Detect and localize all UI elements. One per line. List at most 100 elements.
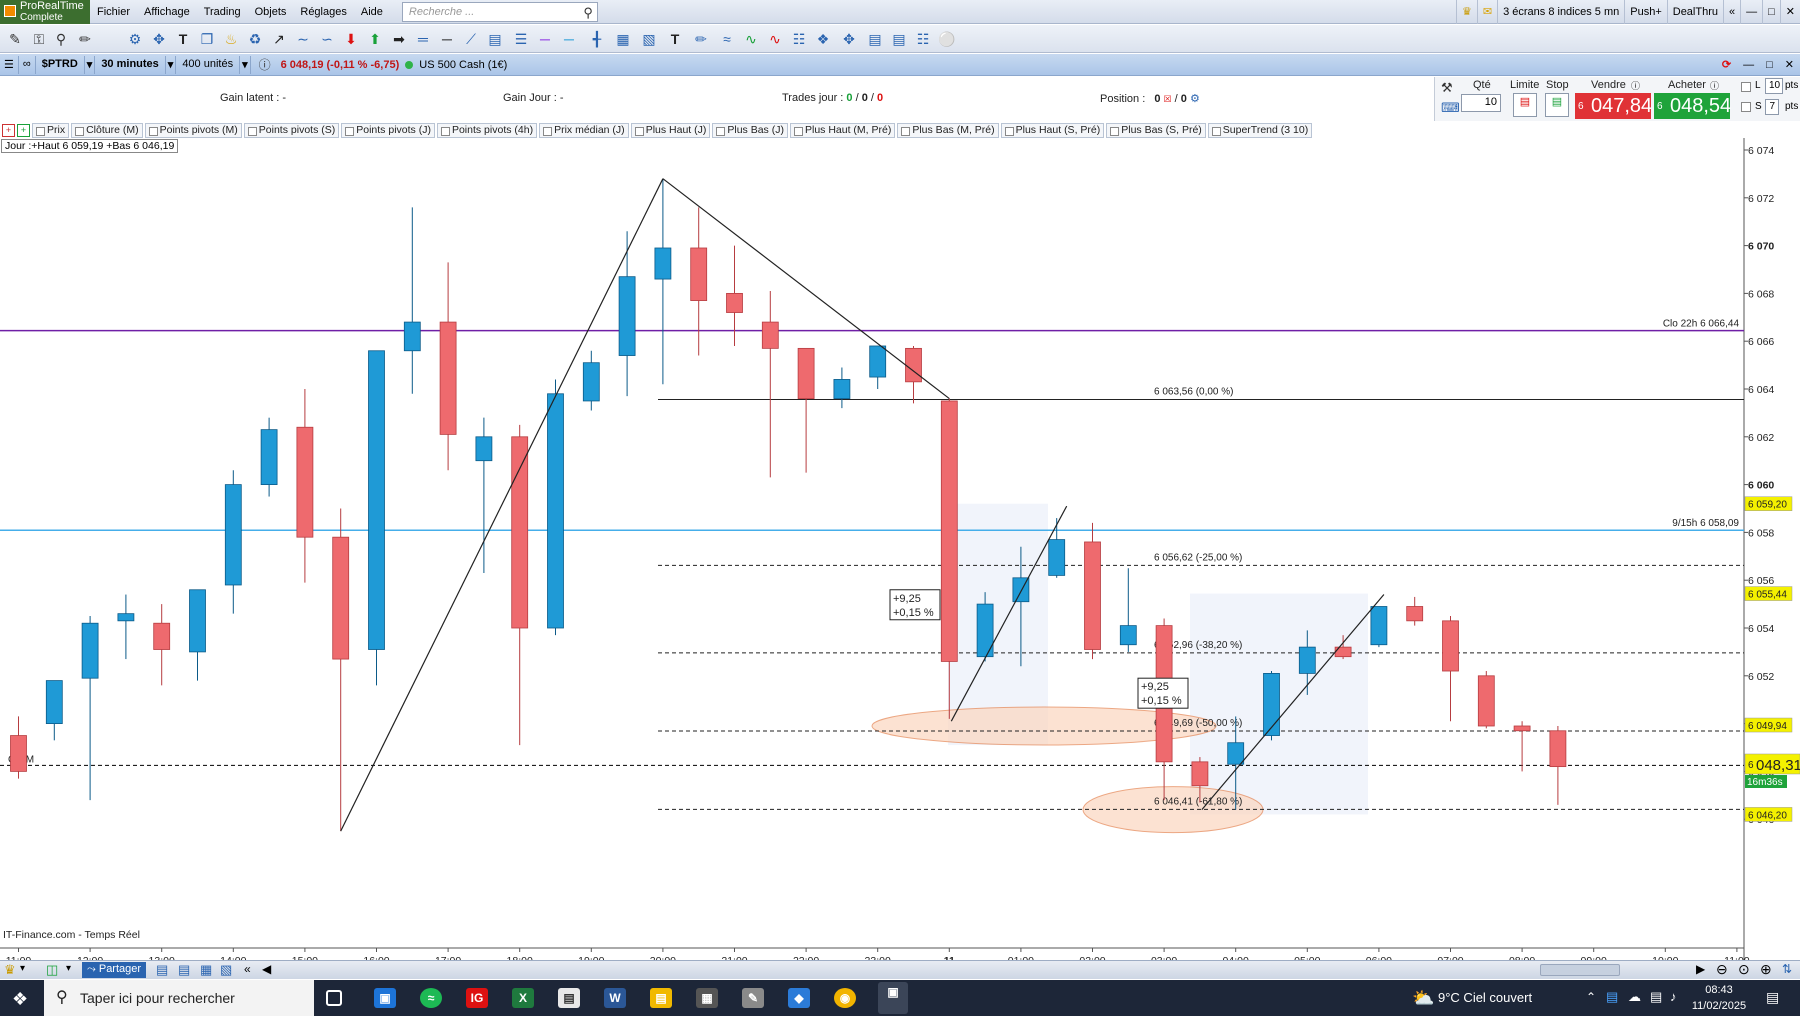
candle-up[interactable] xyxy=(224,484,242,586)
symbol-selector[interactable]: $PTRD xyxy=(36,55,85,74)
candle-up[interactable] xyxy=(117,613,135,622)
point-tool-icon[interactable]: ❖ xyxy=(814,30,832,48)
pencil-icon[interactable]: ✎ xyxy=(6,30,24,48)
excel-icon[interactable]: X xyxy=(512,988,534,1008)
spotify-icon[interactable]: ≈ xyxy=(420,988,442,1008)
chart-scrollbar[interactable]: ♛ ▾ ◫ ▾ ⤳ Partager ▤ ▤ ▦ ▧ « ◀ ▶ ⊖ ⊙ ⊕ ⇅ xyxy=(0,960,1800,979)
close-icon[interactable]: ✕ xyxy=(1779,0,1800,24)
wrench-icon[interactable]: ⚒ xyxy=(1441,80,1453,96)
candle-up[interactable] xyxy=(260,429,278,486)
screens-status[interactable]: 3 écrans 8 indices 5 mn xyxy=(1497,0,1624,24)
tray-chevron-icon[interactable]: ⌃ xyxy=(1586,990,1596,1004)
legend-item-supertrend[interactable]: SuperTrend (3 10) xyxy=(1207,122,1313,138)
candle-down[interactable] xyxy=(726,292,743,313)
candle-up[interactable] xyxy=(869,345,887,378)
price-chart[interactable]: 6 074 6 072 6 070 6 068 6 066 6 064 6 062 6 060… xyxy=(0,138,1800,960)
legend-item-cloture-m[interactable]: Clôture (M) xyxy=(71,122,143,138)
notifications-icon[interactable]: ▤ xyxy=(1766,989,1779,1006)
zoom-reset-icon[interactable]: ⊙ xyxy=(1738,961,1750,978)
sell-info-icon[interactable]: ⓘ xyxy=(1631,79,1640,92)
chart-style-icon[interactable]: ♛ xyxy=(4,962,16,978)
keyboard-icon[interactable]: ⌨ xyxy=(1441,100,1460,116)
split-icon[interactable]: ▧ xyxy=(220,962,232,978)
add-indicator-panel-icon[interactable]: + xyxy=(17,123,30,137)
search-icon[interactable]: ⚲ xyxy=(583,5,593,21)
candle-up[interactable] xyxy=(403,321,421,352)
search-input[interactable]: Recherche ... ⚲ xyxy=(401,1,598,22)
candle-up[interactable] xyxy=(1298,646,1316,674)
wave-red-icon[interactable]: ∿ xyxy=(766,30,784,48)
folder-icon[interactable]: ▤ xyxy=(650,988,672,1008)
candle-down[interactable] xyxy=(690,247,708,301)
measure-icon[interactable]: ✏ xyxy=(692,30,710,48)
candle-up[interactable] xyxy=(547,393,564,629)
windows-start-icon[interactable]: ❖ xyxy=(12,989,28,1010)
move-icon[interactable]: ✥ xyxy=(150,30,168,48)
candle-down[interactable] xyxy=(905,347,922,383)
candle-up[interactable] xyxy=(1048,539,1066,576)
scroll-left-icon[interactable]: « xyxy=(244,962,251,976)
chrome-icon[interactable]: ◉ xyxy=(834,988,856,1008)
bluetooth-icon[interactable]: ▤ xyxy=(1606,989,1618,1005)
copy-icon[interactable]: ❐ xyxy=(198,30,216,48)
arrow-up-icon[interactable]: ⬆ xyxy=(366,30,384,48)
candle-up[interactable] xyxy=(618,276,636,356)
candle-up[interactable] xyxy=(1227,742,1245,765)
limit-order-button[interactable]: ▤ xyxy=(1513,93,1537,117)
autoscale-icon[interactable]: ⇅ xyxy=(1782,962,1792,976)
legend-item-pivots-j[interactable]: Points pivots (J) xyxy=(341,122,435,138)
candle-up[interactable] xyxy=(368,350,385,650)
candle-down[interactable] xyxy=(761,321,779,349)
menu-fichier[interactable]: Fichier xyxy=(90,0,137,24)
ruler-icon[interactable]: ✏ xyxy=(76,30,94,48)
ig-app-icon[interactable]: IG xyxy=(466,988,488,1008)
gann-tool-icon[interactable]: ✥ xyxy=(840,30,858,48)
info-icon[interactable]: ☰ xyxy=(0,55,19,74)
prorealtime-taskbar-icon[interactable]: ▣ xyxy=(878,982,908,1014)
candle-up[interactable] xyxy=(1370,606,1388,646)
stop-order-button[interactable]: ▤ xyxy=(1545,93,1569,117)
layout-icon[interactable]: ▦ xyxy=(200,962,212,978)
dealthru-button[interactable]: DealThru xyxy=(1666,0,1723,24)
long-checkbox[interactable] xyxy=(1741,82,1751,92)
legend-item-prix[interactable]: Prix xyxy=(32,122,70,138)
add-chart-icon[interactable]: ◫ xyxy=(46,962,58,978)
lock-icon[interactable]: ⚿ xyxy=(30,30,48,48)
crown-icon[interactable]: ♛ xyxy=(1455,0,1477,24)
text-tool-icon[interactable]: T xyxy=(174,30,192,48)
cycle-tool-icon[interactable]: ≈ xyxy=(718,30,736,48)
save-icon[interactable]: ▤ xyxy=(178,962,190,978)
weather-widget[interactable]: ⛅ 9°C Ciel couvert xyxy=(1408,980,1532,1016)
arrow-right-icon[interactable]: ➡ xyxy=(390,30,408,48)
system-clock[interactable]: 08:43 11/02/2025 xyxy=(1686,982,1752,1014)
add-indicator-icon[interactable]: + xyxy=(2,123,15,137)
chevron-down-icon[interactable]: ▾ xyxy=(66,963,71,974)
menu-reglages[interactable]: Réglages xyxy=(293,0,353,24)
zoom-out-icon[interactable]: ⊖ xyxy=(1716,961,1728,978)
units-selector[interactable]: 400 unités xyxy=(176,55,241,74)
candle-down[interactable] xyxy=(940,400,958,662)
minimize-window-icon[interactable]: — xyxy=(1737,59,1760,71)
share-button[interactable]: ⤳ Partager xyxy=(82,962,147,978)
pattern-tool-icon[interactable]: ☷ xyxy=(914,30,932,48)
candle-up[interactable] xyxy=(189,589,206,653)
candle-down[interactable] xyxy=(332,536,350,660)
channel-tool-icon[interactable]: ▤ xyxy=(486,30,504,48)
bell-icon[interactable]: ♨ xyxy=(222,30,240,48)
short-pts-input[interactable]: 7 xyxy=(1765,99,1779,115)
candle-up[interactable] xyxy=(833,379,851,399)
range-tool-icon[interactable]: ▤ xyxy=(866,30,884,48)
minimize-icon[interactable]: — xyxy=(1740,0,1762,24)
scroll-start-icon[interactable]: ◀ xyxy=(262,962,271,976)
zone-tool-icon[interactable]: ▧ xyxy=(640,30,658,48)
fork-tool-icon[interactable]: ▦ xyxy=(614,30,632,48)
network-icon[interactable]: ▤ xyxy=(1650,989,1662,1005)
legend-item-prix-median[interactable]: Prix médian (J) xyxy=(539,122,629,138)
interval-selector[interactable]: 30 minutes xyxy=(95,55,166,74)
grid-tool-icon[interactable]: ☷ xyxy=(790,30,808,48)
trendline-tool-icon[interactable]: ⟋ xyxy=(462,30,480,48)
scroll-thumb[interactable] xyxy=(1540,964,1620,976)
envelope-icon[interactable]: ✉ xyxy=(1476,0,1497,24)
chevron-down-icon[interactable]: ▾ xyxy=(166,55,177,74)
candle-down[interactable] xyxy=(153,622,171,650)
